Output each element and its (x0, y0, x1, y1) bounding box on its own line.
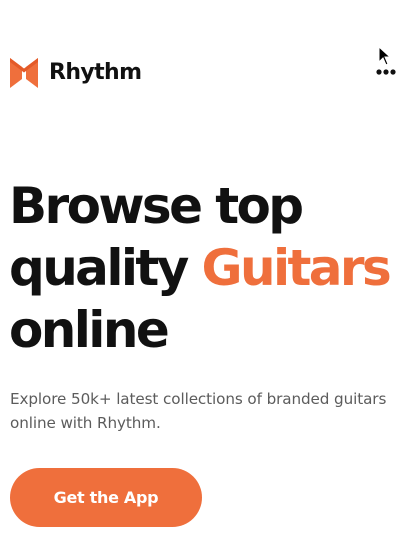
get-the-app-button[interactable]: Get the App (10, 468, 202, 527)
hero-title-accent: Guitars (201, 239, 392, 297)
rhythm-logo-icon (10, 58, 38, 88)
hero-title-line-1: Browse top (9, 177, 304, 235)
hero-subtitle: Explore 50k+ latest collections of brand… (10, 390, 387, 432)
more-dots-icon (376, 69, 396, 75)
hero-title-line-2: quality Guitars (9, 237, 419, 299)
hero-title-plain: quality (9, 239, 189, 297)
brand-name: Rhythm (49, 60, 142, 85)
hero-title: Browse top quality Guitars online (9, 175, 419, 361)
brand-logo[interactable]: Rhythm (10, 57, 142, 89)
site-header: Rhythm (0, 0, 420, 110)
hero-title-line-3: online (9, 301, 170, 359)
mouse-cursor-icon (378, 46, 392, 66)
